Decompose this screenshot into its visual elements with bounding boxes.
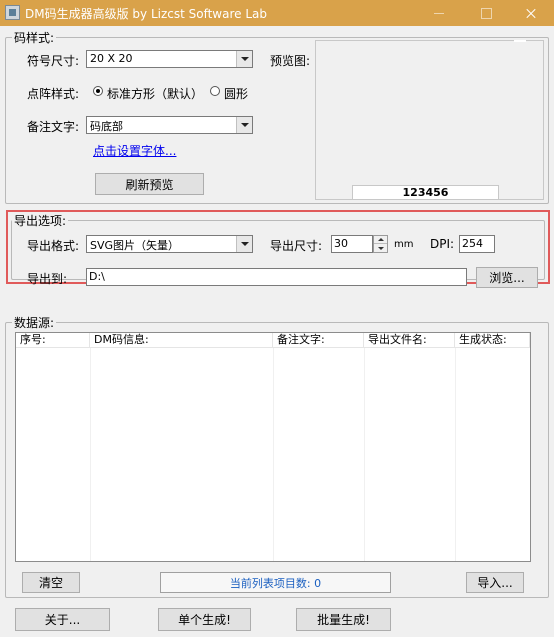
dpi-input[interactable]: 254 (459, 235, 495, 253)
export-group-label: 导出选项: (12, 212, 69, 229)
spin-up-icon[interactable] (374, 236, 387, 244)
chevron-down-icon[interactable] (236, 236, 252, 252)
close-button[interactable] (508, 0, 554, 26)
batch-generate-button[interactable]: 批量生成! (296, 608, 391, 631)
preview-label: 预览图: (270, 54, 311, 68)
refresh-preview-button[interactable]: 刷新预览 (95, 173, 204, 195)
table-header: 序号: DM码信息: 备注文字: 导出文件名: 生成状态: (16, 333, 530, 348)
column-header-dm-info[interactable]: DM码信息: (90, 333, 273, 348)
chevron-down-icon[interactable] (236, 51, 252, 67)
radio-square-label[interactable]: 标准方形（默认） (107, 85, 203, 102)
spin-down-icon[interactable] (374, 244, 387, 252)
export-size-unit: mm (394, 239, 414, 250)
export-format-value: SVG图片（矢量） (90, 239, 180, 252)
data-group-label: 数据源: (12, 314, 57, 331)
minimize-button[interactable] (416, 0, 462, 26)
font-settings-link[interactable]: 点击设置字体... (93, 142, 176, 159)
chevron-down-icon[interactable] (236, 117, 252, 133)
export-size-value: 30 (334, 237, 348, 250)
column-header-index[interactable]: 序号: (16, 333, 90, 348)
note-text-label: 备注文字: (27, 120, 80, 134)
export-format-combo[interactable]: SVG图片（矢量） (86, 235, 253, 253)
export-size-input[interactable]: 30 (331, 235, 373, 253)
maximize-button[interactable] (463, 0, 509, 26)
symbol-size-value: 20 X 20 (90, 52, 133, 65)
app-icon (5, 5, 20, 20)
dpi-value: 254 (462, 237, 483, 250)
radio-square[interactable] (93, 86, 103, 96)
dot-style-label: 点阵样式: (27, 87, 80, 101)
preview-image: 123456 (315, 40, 544, 200)
column-header-status[interactable]: 生成状态: (455, 333, 530, 348)
export-format-label: 导出格式: (27, 239, 80, 253)
note-text-value: 码底部 (90, 120, 123, 133)
export-size-label: 导出尺寸: (270, 239, 323, 253)
preview-code-text: 123456 (352, 185, 499, 200)
single-generate-button[interactable]: 单个生成! (158, 608, 251, 631)
window-title: DM码生成器高级版 by Lizcst Software Lab (25, 7, 267, 21)
column-header-filename[interactable]: 导出文件名: (364, 333, 455, 348)
symbol-size-label: 符号尺寸: (27, 54, 80, 68)
clear-button[interactable]: 清空 (22, 572, 80, 593)
dpi-label: DPI: (430, 237, 455, 251)
about-button[interactable]: 关于... (15, 608, 110, 631)
export-path-input[interactable]: D:\ (86, 268, 467, 286)
browse-button[interactable]: 浏览... (476, 267, 538, 288)
column-header-note[interactable]: 备注文字: (273, 333, 364, 348)
radio-round-label[interactable]: 圆形 (224, 85, 248, 102)
list-count-status: 当前列表项目数: 0 (160, 572, 391, 593)
title-bar[interactable]: DM码生成器高级版 by Lizcst Software Lab (0, 0, 554, 26)
style-group-label: 码样式: (12, 29, 57, 46)
export-path-value: D:\ (89, 270, 105, 283)
data-table[interactable]: 序号: DM码信息: 备注文字: 导出文件名: 生成状态: (15, 332, 531, 562)
export-to-label: 导出到: (27, 272, 68, 286)
note-text-combo[interactable]: 码底部 (86, 116, 253, 134)
symbol-size-combo[interactable]: 20 X 20 (86, 50, 253, 68)
export-size-spinner[interactable] (373, 235, 388, 253)
import-button[interactable]: 导入... (466, 572, 524, 593)
radio-round[interactable] (210, 86, 220, 96)
